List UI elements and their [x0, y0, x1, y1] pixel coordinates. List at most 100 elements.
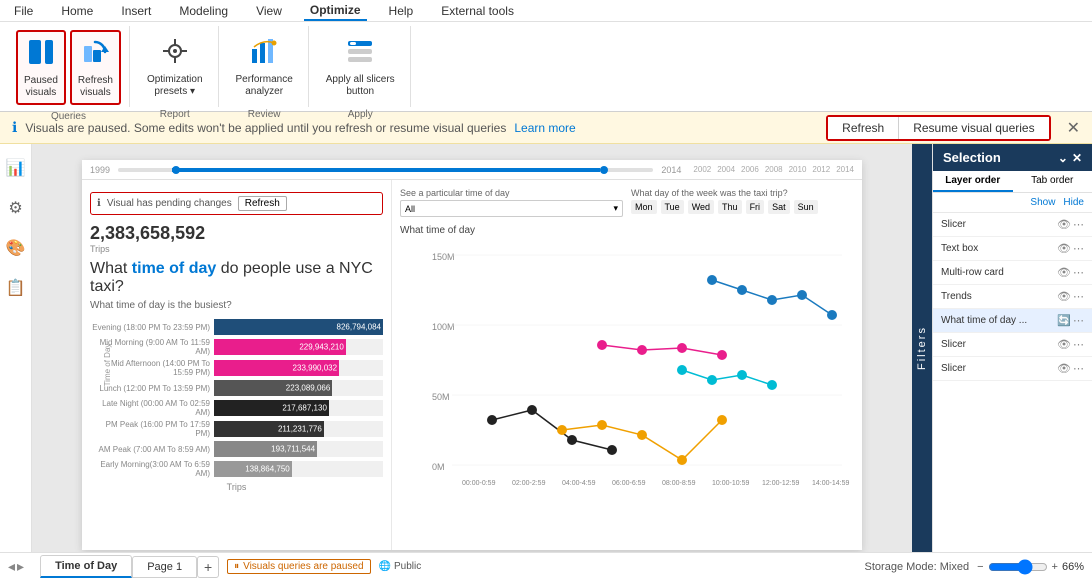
resume-visual-queries-button[interactable]: Resume visual queries [899, 117, 1048, 139]
sidebar-data-icon[interactable]: 📋 [0, 272, 31, 304]
menu-view[interactable]: View [250, 2, 288, 20]
zoom-minus-icon[interactable]: − [977, 561, 983, 573]
bar-container-2: 233,990,032 [214, 360, 383, 376]
ellipsis-icon-trends[interactable]: ⋯ [1073, 290, 1084, 303]
bar-container-1: 229,943,210 [214, 339, 383, 355]
svg-text:100M: 100M [432, 322, 455, 332]
zoom-slider[interactable] [988, 559, 1048, 575]
main-layout: 📊 ⚙ 🎨 📋 1999 2014 2002200420062008201020… [0, 144, 1092, 552]
bar-container-6: 193,711,544 [214, 441, 383, 457]
eye-icon-multirow[interactable]: 👁 [1057, 266, 1071, 279]
bar-label-4: Late Night (00:00 AM To 02:59 AM) [90, 399, 210, 417]
day-mon[interactable]: Mon [631, 200, 657, 214]
eye-icon-slicer-3[interactable]: 👁 [1057, 362, 1071, 375]
bar-container-4: 217,687,130 [214, 400, 383, 416]
menu-external-tools[interactable]: External tools [435, 2, 520, 20]
bar-value-0: 826,794,084 [337, 323, 382, 332]
menu-file[interactable]: File [8, 2, 39, 20]
day-sat[interactable]: Sat [768, 200, 790, 214]
eye-icon-textbox[interactable]: 👁 [1057, 242, 1071, 255]
bar-value-4: 217,687,130 [282, 404, 327, 413]
day-thu[interactable]: Thu [718, 200, 742, 214]
bar-row-5: PM Peak (16:00 PM To 17:59 PM) 211,231,7… [90, 420, 383, 438]
collapse-icon[interactable]: ⌄ [1058, 151, 1068, 165]
menu-help[interactable]: Help [383, 2, 420, 20]
layer-item-multirow: Multi-row card 👁 ⋯ [933, 261, 1092, 285]
day-tue[interactable]: Tue [661, 200, 684, 214]
menu-modeling[interactable]: Modeling [173, 2, 234, 20]
eye-icon-slicer-2[interactable]: 👁 [1057, 338, 1071, 351]
day-buttons: Mon Tue Wed Thu Fri Sat Sun [631, 200, 854, 214]
refresh-icon-what-time[interactable]: 🔄 [1057, 314, 1071, 327]
bar-row-0: Evening (18:00 PM To 23:59 PM) 826,794,0… [90, 319, 383, 335]
sidebar-filter-icon[interactable]: ⚙ [2, 192, 28, 224]
info-bar-close-button[interactable]: ✕ [1067, 118, 1080, 138]
menu-bar: File Home Insert Modeling View Optimize … [0, 0, 1092, 22]
eye-icon-slicer-1[interactable]: 👁 [1057, 218, 1071, 231]
menu-optimize[interactable]: Optimize [304, 1, 367, 21]
timeline-end: 2014 [661, 165, 681, 175]
selection-controls: Show Hide [933, 193, 1092, 213]
svg-text:14:00-14:59: 14:00-14:59 [812, 480, 849, 487]
sidebar-format-icon[interactable]: 🎨 [0, 232, 31, 264]
day-wed[interactable]: Wed [688, 200, 714, 214]
show-control[interactable]: Show [1030, 197, 1055, 208]
hide-control[interactable]: Hide [1063, 197, 1084, 208]
bar-label-7: Early Morning(3:00 AM To 6:59 AM) [90, 460, 210, 478]
optimization-presets-button[interactable]: Optimizationpresets ▾ [140, 30, 210, 103]
timeline-handle-right[interactable] [600, 166, 608, 174]
ellipsis-icon-what-time[interactable]: ⋯ [1073, 314, 1084, 327]
canvas-page: 1999 2014 2002200420062008201020122014 ℹ [82, 160, 862, 550]
tab-time-of-day[interactable]: Time of Day [40, 555, 132, 578]
layer-name-textbox: Text box [941, 243, 1053, 254]
chart-title-before: What [90, 260, 132, 277]
ellipsis-icon-slicer-2[interactable]: ⋯ [1073, 338, 1084, 351]
page-content: ℹ Visual has pending changes Refresh 2,3… [82, 180, 862, 550]
bar-container-0: 826,794,084 [214, 319, 383, 335]
bar-fill-2: 233,990,032 [214, 360, 339, 376]
nav-right-arrow[interactable]: ▸ [17, 558, 24, 575]
bar-fill-4: 217,687,130 [214, 400, 329, 416]
chevron-down-icon: ▾ [613, 203, 618, 214]
timeline-track[interactable] [118, 168, 653, 172]
day-sun[interactable]: Sun [794, 200, 818, 214]
chart-title-highlight: time of day [132, 260, 216, 277]
public-badge: 🌐 Public [379, 561, 422, 572]
sidebar-chart-icon[interactable]: 📊 [0, 152, 31, 184]
ellipsis-icon-multirow[interactable]: ⋯ [1073, 266, 1084, 279]
refresh-visuals-button[interactable]: Refreshvisuals [70, 30, 121, 105]
day-fri[interactable]: Fri [746, 200, 765, 214]
chart-subtitle: What time of day is the busiest? [90, 300, 383, 311]
ellipsis-icon-slicer-1[interactable]: ⋯ [1073, 218, 1084, 231]
timeline-years: 2002200420062008201020122014 [693, 165, 854, 174]
layer-name-what-time: What time of day ... [941, 315, 1053, 326]
bar-fill-1: 229,943,210 [214, 339, 346, 355]
layer-icons-slicer-2: 👁 ⋯ [1057, 338, 1084, 351]
ribbon-group-apply: Apply all slicersbutton Apply [311, 26, 411, 107]
filters-tab[interactable]: Filters [912, 144, 932, 552]
apply-all-slicers-button[interactable]: Apply all slicersbutton [319, 30, 402, 103]
menu-home[interactable]: Home [55, 2, 99, 20]
menu-insert[interactable]: Insert [115, 2, 157, 20]
zoom-plus-icon[interactable]: + [1052, 561, 1058, 573]
learn-more-link[interactable]: Learn more [514, 121, 575, 135]
performance-analyzer-button[interactable]: Performanceanalyzer [229, 30, 300, 103]
pending-refresh-button[interactable]: Refresh [238, 196, 287, 211]
ellipsis-icon-textbox[interactable]: ⋯ [1073, 242, 1084, 255]
filter-time-dropdown[interactable]: All ▾ [400, 200, 623, 217]
tab-layer-order[interactable]: Layer order [933, 171, 1013, 192]
tab-page-1[interactable]: Page 1 [132, 556, 197, 578]
close-selection-icon[interactable]: ✕ [1072, 151, 1082, 165]
nav-left-arrow[interactable]: ◂ [8, 558, 15, 575]
paused-visuals-button[interactable]: Pausedvisuals [16, 30, 66, 105]
pending-changes-box: ℹ Visual has pending changes Refresh [90, 192, 383, 215]
info-message: Visuals are paused. Some edits won't be … [25, 121, 506, 135]
ellipsis-icon-slicer-3[interactable]: ⋯ [1073, 362, 1084, 375]
tab-tab-order[interactable]: Tab order [1013, 171, 1092, 192]
add-page-button[interactable]: + [197, 556, 219, 578]
eye-icon-trends[interactable]: 👁 [1057, 290, 1071, 303]
refresh-button[interactable]: Refresh [828, 117, 899, 139]
timeline-slider[interactable]: 1999 2014 2002200420062008201020122014 [82, 160, 862, 180]
y-axis-label: Time of Day [103, 344, 112, 387]
bar-fill-5: 211,231,776 [214, 421, 324, 437]
